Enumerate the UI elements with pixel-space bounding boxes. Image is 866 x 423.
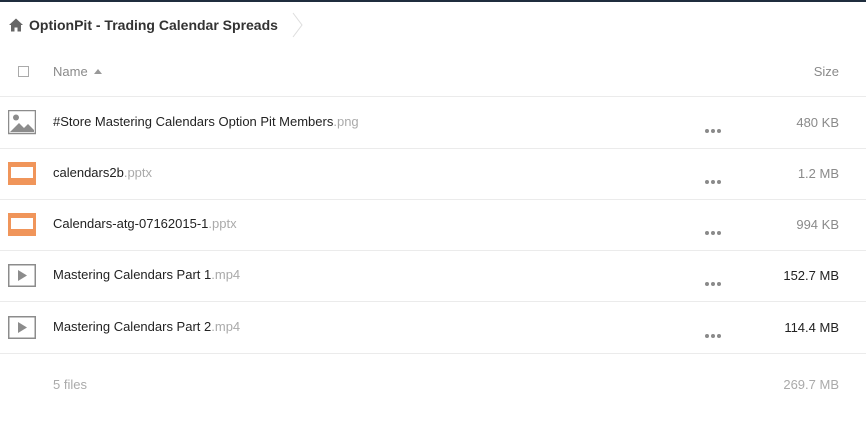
total-size: 269.7 MB [783, 377, 839, 392]
name-column-label: Name [53, 64, 88, 79]
more-options-icon[interactable] [705, 273, 723, 286]
file-name[interactable]: Mastering Calendars Part 1.mp4 [53, 267, 240, 282]
file-list-summary: 5 files 269.7 MB [0, 354, 866, 414]
file-name[interactable]: Calendars-atg-07162015-1.pptx [53, 216, 237, 231]
file-size: 1.2 MB [797, 166, 839, 181]
file-list-header: Name Size [0, 46, 866, 97]
file-name[interactable]: #Store Mastering Calendars Option Pit Me… [53, 114, 359, 129]
top-bar [0, 0, 866, 2]
home-icon[interactable] [8, 17, 24, 33]
breadcrumb-separator-icon [292, 12, 304, 38]
presentation-icon [8, 161, 36, 186]
file-size: 152.7 MB [783, 268, 839, 283]
image-icon [7, 109, 37, 135]
more-options-icon[interactable] [705, 120, 723, 133]
sort-ascending-icon [93, 69, 102, 74]
name-column-header[interactable]: Name [53, 64, 102, 79]
breadcrumb-folder[interactable]: OptionPit - Trading Calendar Spreads [29, 17, 278, 33]
breadcrumb: OptionPit - Trading Calendar Spreads [8, 12, 304, 38]
more-options-icon[interactable] [705, 222, 723, 235]
file-row[interactable]: Mastering Calendars Part 2.mp4 114.4 MB [0, 302, 866, 354]
more-options-icon[interactable] [705, 171, 723, 184]
file-row[interactable]: calendars2b.pptx 1.2 MB [0, 148, 866, 200]
file-count: 5 files [53, 377, 87, 392]
presentation-icon [8, 212, 36, 237]
video-icon [8, 315, 36, 340]
select-all-checkbox[interactable] [18, 66, 29, 77]
file-name[interactable]: calendars2b.pptx [53, 165, 152, 180]
file-name[interactable]: Mastering Calendars Part 2.mp4 [53, 319, 240, 334]
file-row[interactable]: Calendars-atg-07162015-1.pptx 994 KB [0, 199, 866, 251]
video-icon [8, 263, 36, 288]
file-size: 114.4 MB [784, 320, 839, 335]
file-row[interactable]: #Store Mastering Calendars Option Pit Me… [0, 97, 866, 149]
file-size: 480 KB [796, 115, 839, 130]
more-options-icon[interactable] [705, 325, 723, 338]
file-size: 994 KB [796, 217, 839, 232]
file-row[interactable]: Mastering Calendars Part 1.mp4 152.7 MB [0, 250, 866, 302]
size-column-header[interactable]: Size [814, 64, 839, 79]
